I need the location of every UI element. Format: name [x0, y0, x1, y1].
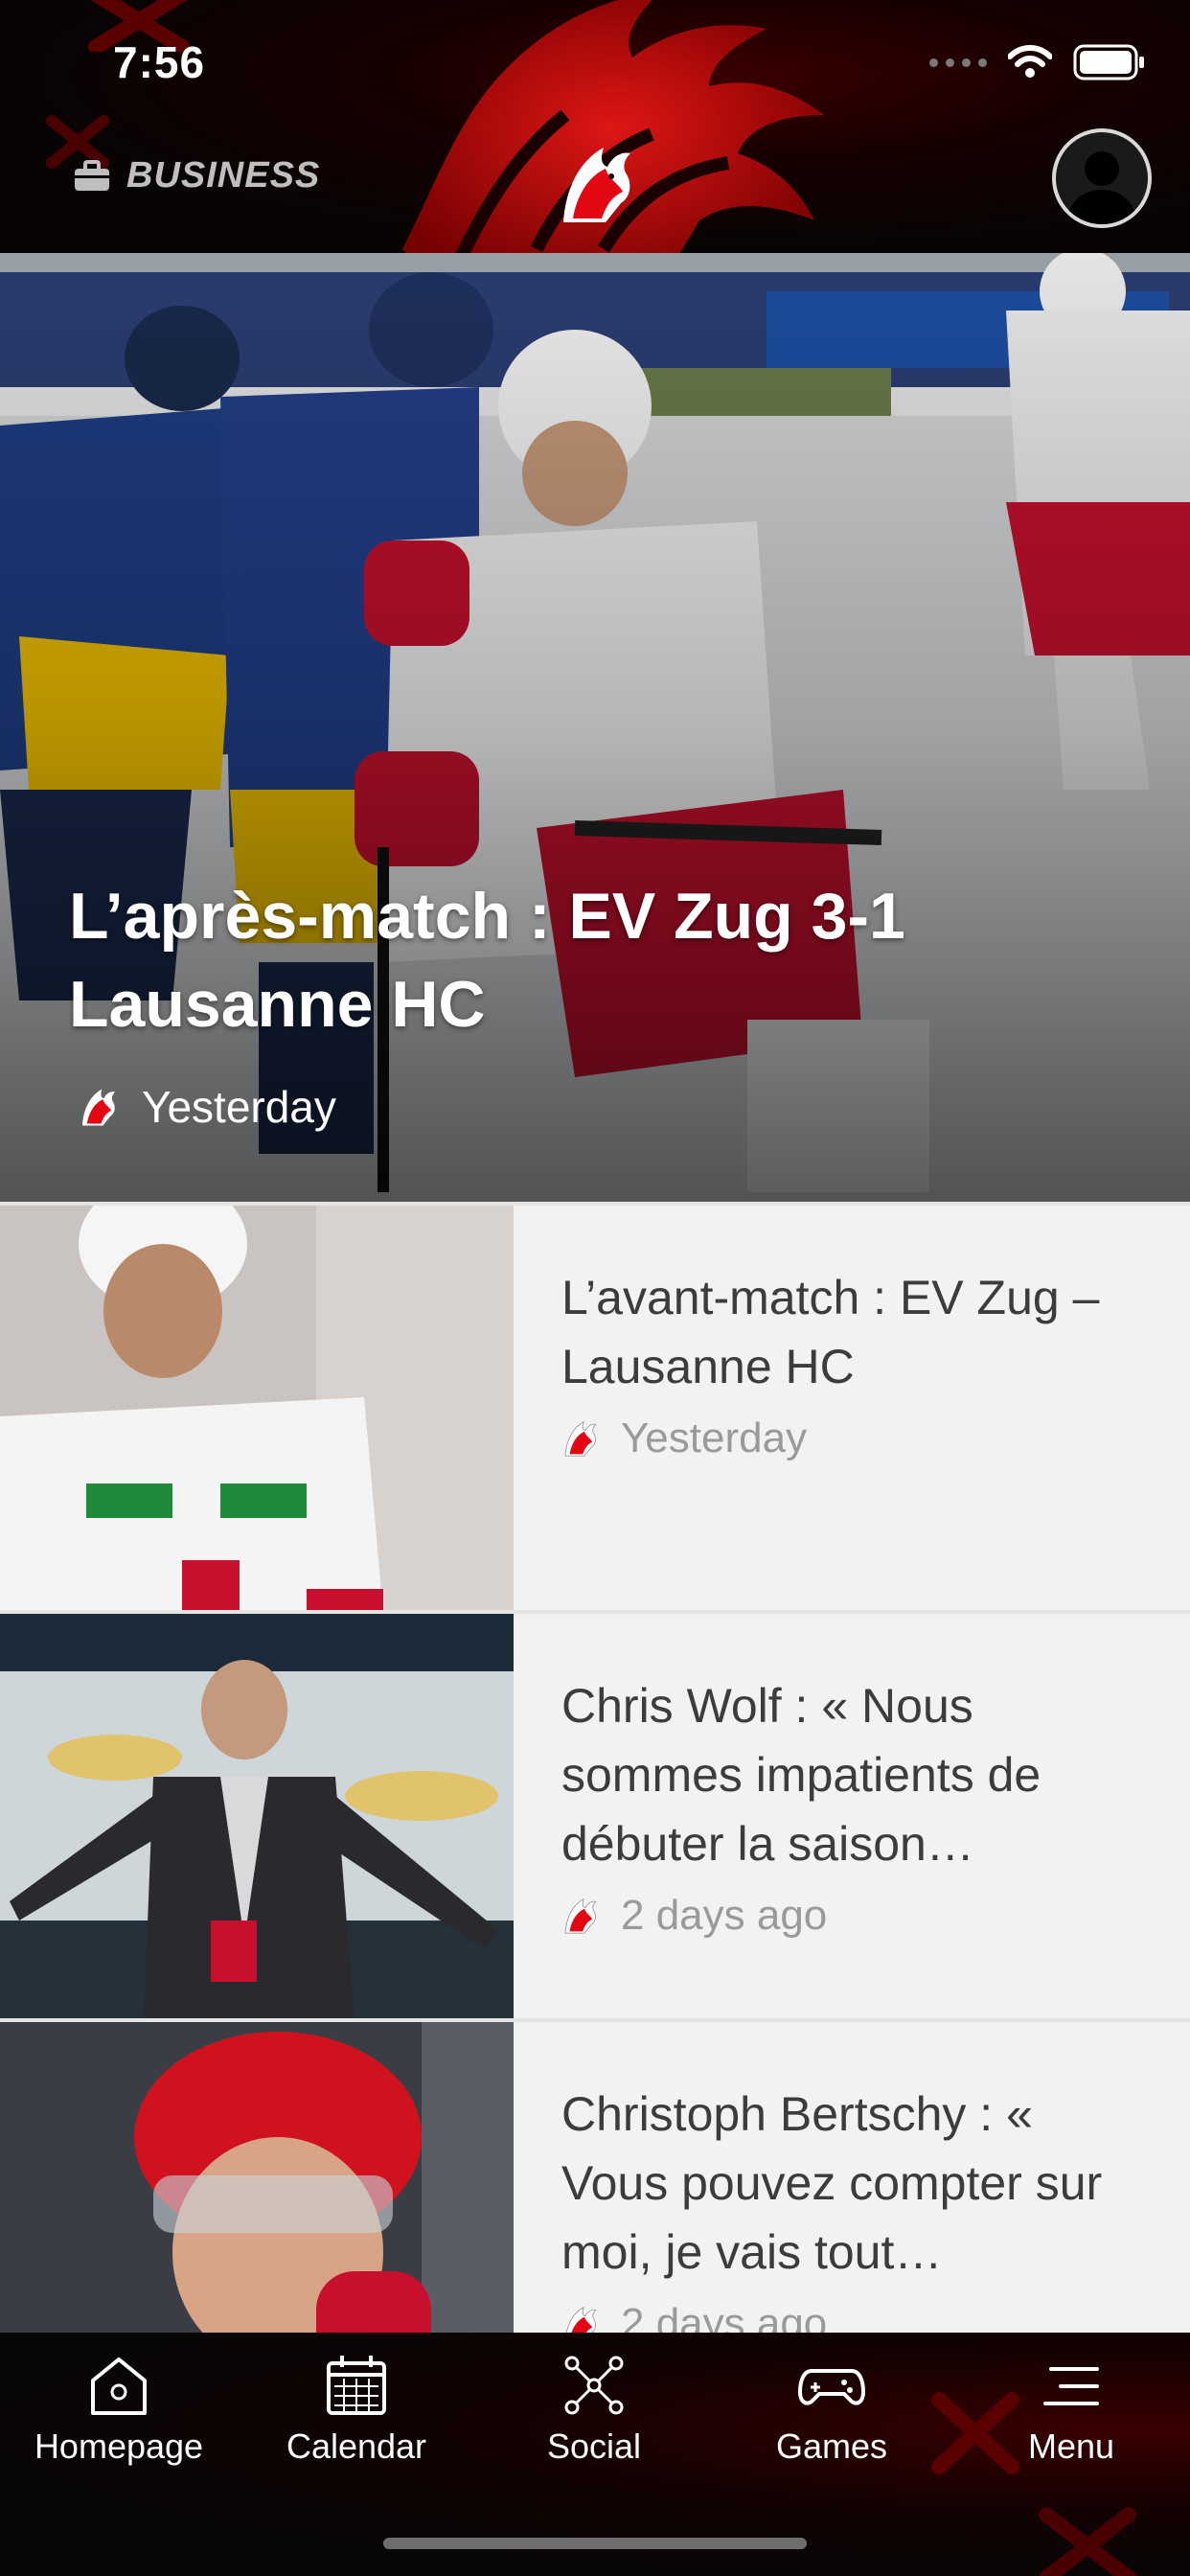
tab-games[interactable]: Games	[713, 2352, 950, 2467]
article-date: Yesterday	[621, 1414, 808, 1461]
tab-label: Games	[775, 2426, 888, 2466]
avatar-icon	[1065, 151, 1138, 224]
profile-avatar[interactable]	[1052, 128, 1152, 228]
app-screen: 7:56 BUSINESS L’après-match: EV Zug 3-1…	[0, 0, 1190, 2576]
lion-logo-icon	[81, 1089, 116, 1126]
lion-logo-icon	[564, 1898, 597, 1934]
tab-label: Social	[546, 2426, 642, 2466]
tab-label: Menu	[1027, 2426, 1115, 2466]
article-body: Chris Wolf : « Nous sommes impatients de…	[514, 1614, 1190, 2018]
article-body: L’avant-match : EV Zug – Lausanne HC Yes…	[514, 1206, 1190, 1610]
home-indicator[interactable]	[383, 2538, 807, 2549]
menu-icon	[1043, 2367, 1099, 2405]
hero-title[interactable]: L’après-match : EV Zug 3-1 Lausanne HC	[69, 872, 1027, 1048]
list-item[interactable]: Chris Wolf : « Nous sommes impatients de…	[0, 1610, 1190, 2022]
battery-icon	[1073, 44, 1144, 80]
list-item[interactable]: L’avant-match : EV Zug – Lausanne HC Yes…	[0, 1202, 1190, 1614]
tab-label: Homepage	[34, 2426, 204, 2466]
tab-calendar[interactable]: Calendar	[238, 2352, 475, 2467]
social-network-icon	[564, 2356, 624, 2415]
article-title[interactable]: Chris Wolf : « Nous sommes impatients de…	[561, 1671, 1152, 1878]
tab-menu[interactable]: Menu	[952, 2352, 1190, 2467]
tab-homepage[interactable]: Homepage	[0, 2352, 238, 2467]
status-icons	[929, 44, 1146, 80]
article-image	[0, 1614, 514, 2022]
article-meta: 2 days ago	[561, 1892, 1152, 1940]
hero-date: Yesterday	[142, 1082, 336, 1132]
article-date: 2 days ago	[621, 1892, 828, 1939]
signal-icon	[929, 58, 987, 67]
article-thumbnail	[0, 1614, 514, 2022]
app-header: 7:56 BUSINESS	[0, 0, 1190, 253]
gamepad-icon	[798, 2369, 865, 2405]
article-image	[0, 1206, 514, 1614]
hero-gradient-overlay	[0, 253, 1190, 1202]
briefcase-icon	[75, 159, 109, 191]
hero-article[interactable]: L’après-match : EV Zug 3-1 Lausanne HC Y…	[0, 253, 1190, 1202]
lion-logo-icon[interactable]	[556, 142, 634, 226]
tab-social[interactable]: Social	[475, 2352, 713, 2467]
lion-logo-icon	[564, 1420, 597, 1457]
calendar-icon	[327, 2356, 386, 2415]
article-title[interactable]: L’avant-match : EV Zug – Lausanne HC	[561, 1263, 1152, 1401]
x-decoration-icon	[1039, 2507, 1136, 2576]
article-meta: Yesterday	[561, 1414, 1152, 1462]
article-list: L’avant-match : EV Zug – Lausanne HC Yes…	[0, 1202, 1190, 2430]
business-label: BUSINESS	[126, 155, 321, 196]
home-icon	[91, 2358, 147, 2415]
hero-meta: Yesterday	[79, 1081, 336, 1133]
article-thumbnail	[0, 1206, 514, 1614]
tab-label: Calendar	[286, 2426, 427, 2466]
wifi-icon	[1008, 45, 1052, 78]
status-time: 7:56	[113, 37, 206, 87]
business-link[interactable]: BUSINESS	[73, 155, 320, 196]
article-title[interactable]: Christoph Bertschy : « Vous pouvez compt…	[561, 2080, 1152, 2287]
